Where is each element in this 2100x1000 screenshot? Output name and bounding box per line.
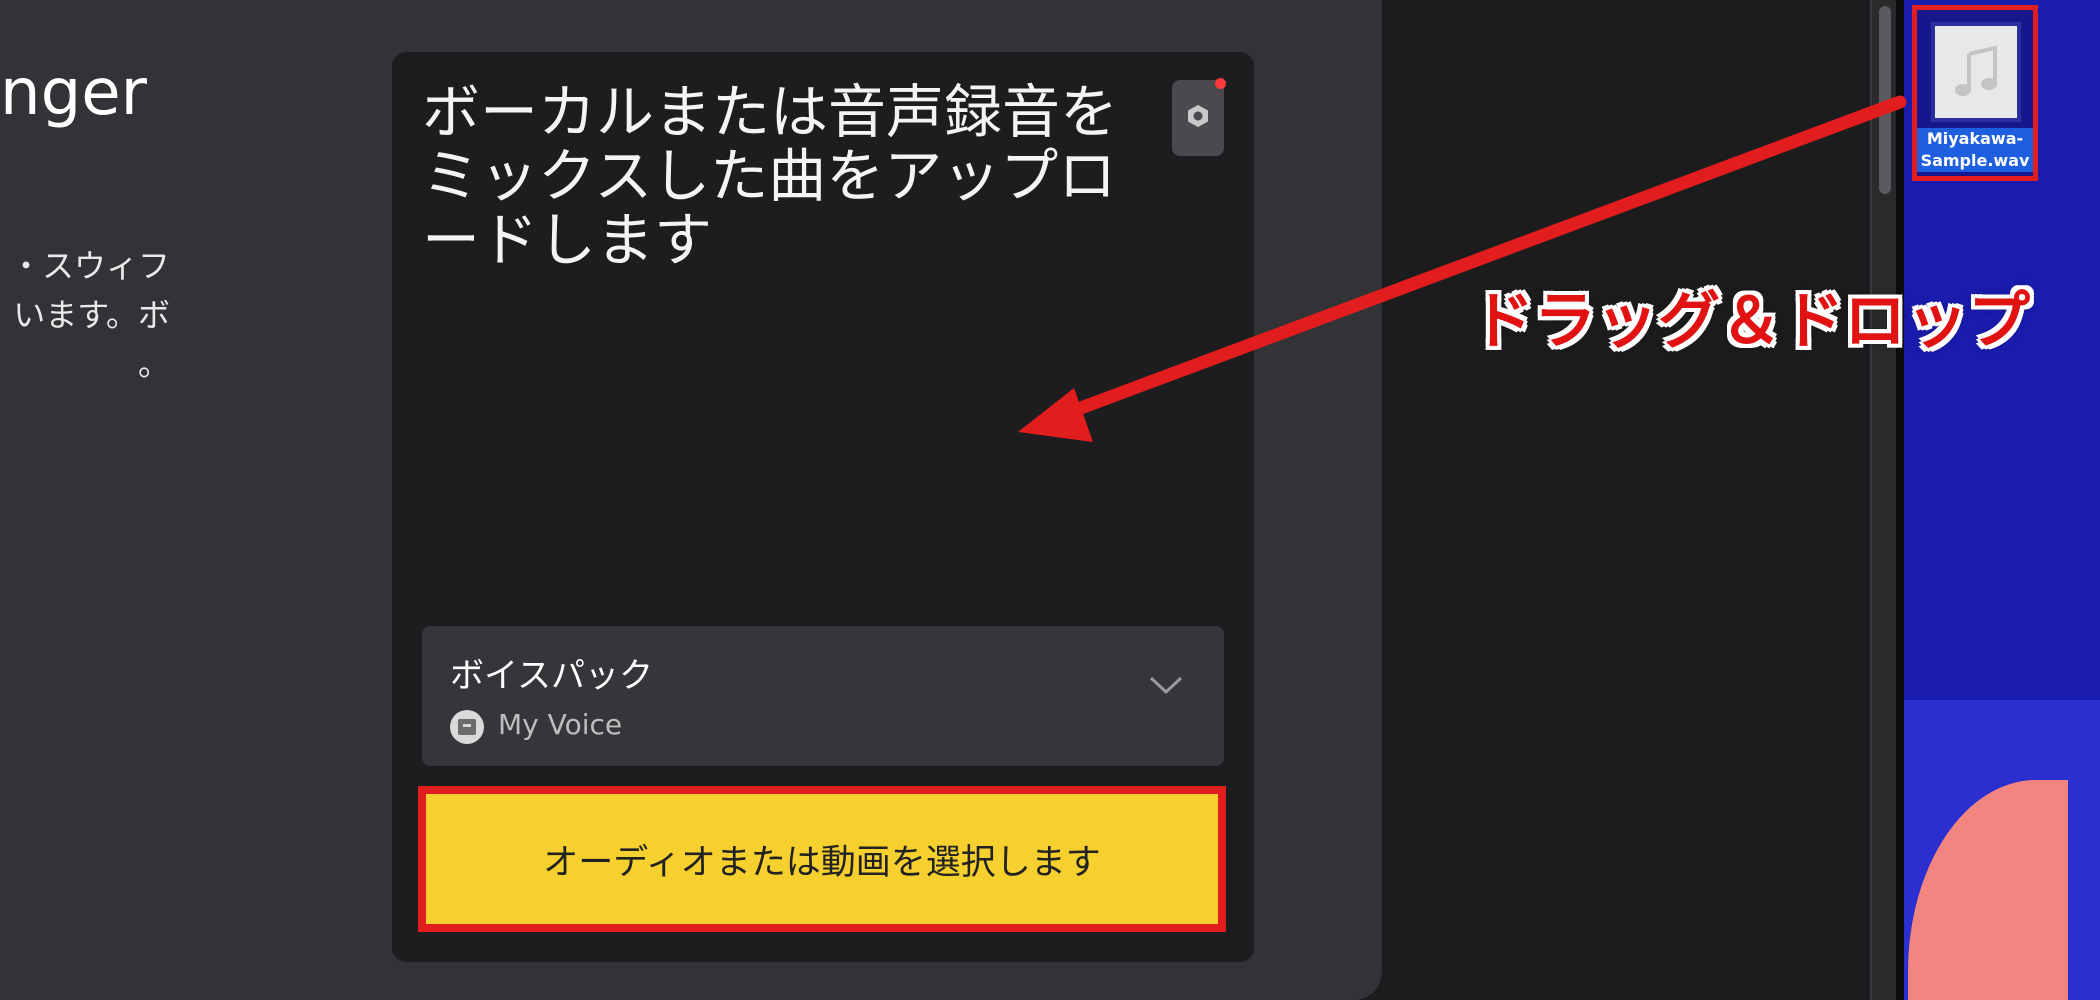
- settings-icon: [1185, 103, 1211, 133]
- window-edge: [1896, 0, 1904, 1000]
- page-description: ・スウィフ います。ボ 。: [9, 247, 170, 383]
- chevron-down-icon[interactable]: [1148, 674, 1184, 700]
- app-panel: nger ・スウィフ います。ボ 。 ボーカルまたは音声録音を ミックスした曲を…: [0, 0, 1382, 1000]
- select-file-button[interactable]: オーディオまたは動画を選択します: [418, 786, 1226, 932]
- upload-prompt: ボーカルまたは音声録音を ミックスした曲をアップロ ードします: [422, 78, 1119, 274]
- upload-drop-zone[interactable]: ボーカルまたは音声録音を ミックスした曲をアップロ ードします ボイスパック M…: [392, 52, 1254, 962]
- voice-pack-select[interactable]: ボイスパック My Voice: [422, 626, 1224, 766]
- notification-dot: [1215, 78, 1226, 89]
- file-name-label: Miyakawa- Sample.wav: [1917, 128, 2033, 172]
- music-file-icon: [1931, 22, 2021, 122]
- voice-pack-value: My Voice: [498, 708, 623, 741]
- window-background: [1382, 0, 1900, 1000]
- page-title: nger: [0, 56, 147, 130]
- avatar: [450, 710, 484, 744]
- scrollbar-thumb[interactable]: [1879, 6, 1891, 194]
- voice-pack-label: ボイスパック: [450, 656, 653, 696]
- desktop-file[interactable]: Miyakawa- Sample.wav: [1912, 5, 2038, 181]
- drag-drop-annotation: ドラッグ＆ドロップ: [1472, 284, 2031, 357]
- settings-button[interactable]: [1172, 78, 1226, 156]
